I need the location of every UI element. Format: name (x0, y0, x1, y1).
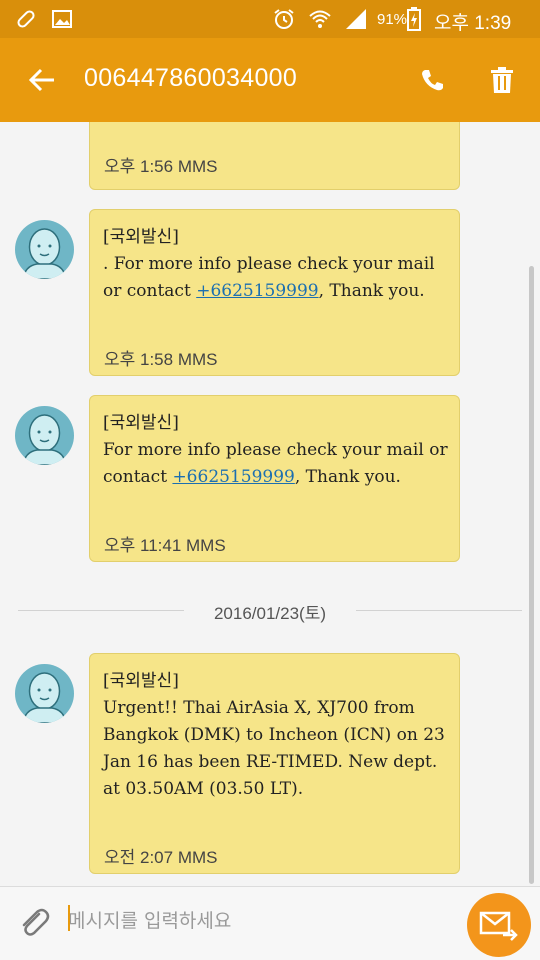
message-bubble[interactable]: [국외발신] . For more info please check your… (89, 209, 460, 376)
message-meta: 오후 1:56 MMS (104, 157, 218, 176)
paperclip-icon (22, 908, 50, 936)
gallery-icon (50, 7, 74, 31)
arrow-left-icon (28, 68, 54, 92)
bandage-icon (14, 7, 38, 31)
message-body-end: , Thank you. (294, 467, 401, 487)
app-bar: 006447860034000 (0, 38, 540, 122)
message-bubble[interactable]: [국외발신] Urgent!! Thai AirAsia X, XJ700 fr… (89, 653, 460, 874)
delete-button[interactable] (482, 60, 522, 100)
trash-icon (491, 67, 513, 93)
message-text: [국외발신] Urgent!! Thai AirAsia X, XJ700 fr… (103, 668, 448, 803)
person-icon (22, 228, 67, 279)
phone-link[interactable]: +6625159999 (172, 467, 294, 487)
person-icon (22, 414, 67, 465)
message-meta: 오전 2:07 MMS (104, 848, 218, 867)
alarm-icon (272, 7, 296, 31)
signal-icon (344, 7, 368, 31)
date-separator: 2016/01/23(토) (18, 604, 522, 623)
date-label: 2016/01/23(토) (213, 604, 327, 623)
clock: 오후 1:39 (434, 13, 512, 34)
message-body: Urgent!! Thai AirAsia X, XJ700 from Bang… (103, 698, 451, 799)
conversation-title: 006447860034000 (84, 64, 298, 92)
message-prefix: [국외발신] (103, 671, 179, 691)
call-button[interactable] (412, 60, 452, 100)
status-bar: 91% 오후 1:39 (0, 0, 540, 38)
message-bubble[interactable]: [국외발신] For more info please check your m… (89, 395, 460, 562)
battery-percent: 91% (377, 11, 408, 28)
message-body-end: , Thank you. (318, 281, 425, 301)
avatar[interactable] (15, 406, 74, 465)
avatar[interactable] (15, 220, 74, 279)
attach-button[interactable] (14, 903, 54, 943)
message-input[interactable] (68, 901, 448, 941)
envelope-arrow-icon (479, 911, 518, 941)
scrollbar[interactable] (529, 266, 534, 884)
conversation-list[interactable]: 오후 1:56 MMS [국외발신] . For more info pleas… (0, 122, 540, 886)
wifi-icon (308, 7, 332, 31)
text-cursor (68, 905, 70, 931)
message-prefix: [국외발신] (103, 413, 179, 433)
phone-link[interactable]: +6625159999 (196, 281, 318, 301)
compose-bar (0, 886, 540, 960)
battery-icon (406, 7, 422, 31)
person-icon (22, 672, 67, 723)
message-text: [국외발신] . For more info please check your… (103, 224, 448, 305)
avatar[interactable] (15, 664, 74, 723)
back-button[interactable] (22, 60, 62, 100)
message-text: [국외발신] For more info please check your m… (103, 410, 448, 491)
send-button[interactable] (467, 893, 531, 957)
message-prefix: [국외발신] (103, 227, 179, 247)
message-bubble[interactable]: 오후 1:56 MMS (89, 122, 460, 190)
phone-icon (422, 70, 443, 91)
message-meta: 오후 1:58 MMS (104, 350, 218, 369)
message-meta: 오후 11:41 MMS (104, 536, 226, 555)
